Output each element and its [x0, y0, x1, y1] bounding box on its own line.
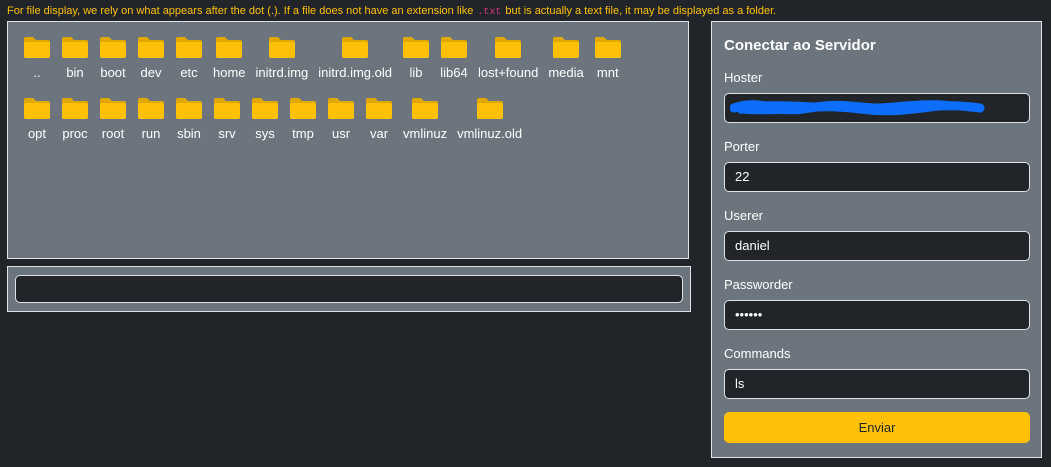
- submit-button[interactable]: Enviar: [724, 412, 1030, 443]
- folder-label: ..: [33, 65, 41, 80]
- folder-item[interactable]: dev: [132, 35, 170, 81]
- extension-notice: For file display, we rely on what appear…: [7, 5, 776, 18]
- folder-icon: [24, 37, 50, 58]
- folder-item[interactable]: opt: [18, 96, 56, 142]
- folder-item[interactable]: boot: [94, 35, 132, 81]
- folder-icon: [440, 37, 467, 58]
- folder-label: vmlinuz.old: [457, 126, 523, 141]
- folder-label: etc: [180, 65, 198, 80]
- folder-item[interactable]: usr: [322, 96, 360, 142]
- folder-icon: [24, 98, 50, 119]
- folder-item[interactable]: proc: [56, 96, 94, 142]
- folder-label: mnt: [596, 65, 619, 80]
- folder-icon: [342, 37, 369, 58]
- folder-item[interactable]: run: [132, 96, 170, 142]
- host-label: Hoster: [724, 70, 763, 85]
- folder-label: lost+found: [477, 65, 539, 80]
- folder-label: initrd.img: [255, 65, 309, 80]
- port-input[interactable]: 22: [724, 162, 1030, 192]
- folder-icon: [412, 98, 439, 119]
- folder-icon: [138, 37, 164, 58]
- folder-item[interactable]: media: [543, 35, 588, 81]
- folder-icon: [366, 98, 392, 119]
- folder-item[interactable]: vmlinuz.old: [452, 96, 527, 142]
- folder-icon: [214, 98, 240, 119]
- file-row-2: opt proc root run sbin srv sys tmp usr var vmlinuz…: [18, 96, 527, 142]
- folder-label: bin: [66, 65, 84, 80]
- folder-label: proc: [62, 126, 88, 141]
- server-form-title: Conectar ao Servidor: [724, 37, 876, 54]
- folder-item[interactable]: sys: [246, 96, 284, 142]
- folder-item[interactable]: mnt: [589, 35, 627, 81]
- folder-icon: [594, 37, 621, 58]
- folder-icon: [216, 37, 243, 58]
- file-browser-panel: .. bin boot dev etc home initrd.img initrd.img.…: [7, 21, 689, 259]
- password-input[interactable]: ••••••: [724, 300, 1030, 330]
- folder-label: dev: [140, 65, 162, 80]
- folder-label: home: [213, 65, 246, 80]
- folder-label: run: [141, 126, 161, 141]
- notice-text-before: For file display, we rely on what appear…: [7, 5, 474, 17]
- folder-item[interactable]: lost+found: [473, 35, 543, 81]
- folder-label: var: [369, 126, 389, 141]
- folder-label: vmlinuz: [403, 126, 448, 141]
- folder-item[interactable]: initrd.img: [251, 35, 314, 81]
- folder-item[interactable]: sbin: [170, 96, 208, 142]
- folder-icon: [176, 37, 202, 58]
- command-output-panel: [7, 266, 691, 312]
- folder-label: lib64: [440, 65, 468, 80]
- folder-label: usr: [331, 126, 351, 141]
- folder-item[interactable]: ..: [18, 35, 56, 81]
- notice-text-after: but is actually a text file, it may be d…: [505, 5, 777, 17]
- folder-label: sys: [255, 126, 275, 141]
- folder-label: sbin: [177, 126, 201, 141]
- connect-server-panel: Conectar ao Servidor Hoster Porter 22 Us…: [711, 21, 1042, 458]
- folder-label: root: [101, 126, 125, 141]
- folder-icon: [100, 37, 126, 58]
- folder-icon: [62, 98, 88, 119]
- folder-icon: [268, 37, 295, 58]
- port-label: Porter: [724, 139, 760, 154]
- folder-item[interactable]: var: [360, 96, 398, 142]
- folder-icon: [252, 98, 278, 119]
- folder-label: initrd.img.old: [318, 65, 392, 80]
- commands-input[interactable]: ls: [724, 369, 1030, 399]
- folder-item[interactable]: srv: [208, 96, 246, 142]
- file-row-1: .. bin boot dev etc home initrd.img initrd.img.…: [18, 35, 627, 81]
- password-label: Passworder: [724, 277, 793, 292]
- folder-item[interactable]: home: [208, 35, 251, 81]
- command-output-field[interactable]: [15, 275, 683, 303]
- notice-code: .txt: [477, 7, 502, 18]
- folder-icon: [290, 98, 316, 119]
- folder-item[interactable]: tmp: [284, 96, 322, 142]
- folder-item[interactable]: bin: [56, 35, 94, 81]
- folder-label: lib: [409, 65, 423, 80]
- folder-item[interactable]: root: [94, 96, 132, 142]
- folder-item[interactable]: initrd.img.old: [313, 35, 397, 81]
- folder-icon: [62, 37, 88, 58]
- folder-item[interactable]: lib: [397, 35, 435, 81]
- user-label: Userer: [724, 208, 764, 223]
- folder-item[interactable]: lib64: [435, 35, 473, 81]
- folder-icon: [495, 37, 522, 58]
- folder-label: boot: [100, 65, 126, 80]
- folder-icon: [476, 98, 503, 119]
- folder-item[interactable]: vmlinuz: [398, 96, 452, 142]
- commands-label: Commands: [724, 346, 791, 361]
- folder-icon: [328, 98, 354, 119]
- redacted-scribble-icon: [730, 100, 985, 116]
- folder-label: tmp: [292, 126, 314, 141]
- folder-icon: [553, 37, 580, 58]
- folder-item[interactable]: etc: [170, 35, 208, 81]
- folder-icon: [100, 98, 126, 119]
- folder-label: opt: [27, 126, 47, 141]
- host-input[interactable]: [724, 93, 1030, 123]
- folder-label: srv: [218, 126, 236, 141]
- folder-icon: [138, 98, 164, 119]
- user-input[interactable]: daniel: [724, 231, 1030, 261]
- folder-icon: [402, 37, 429, 58]
- folder-label: media: [548, 65, 584, 80]
- folder-icon: [176, 98, 202, 119]
